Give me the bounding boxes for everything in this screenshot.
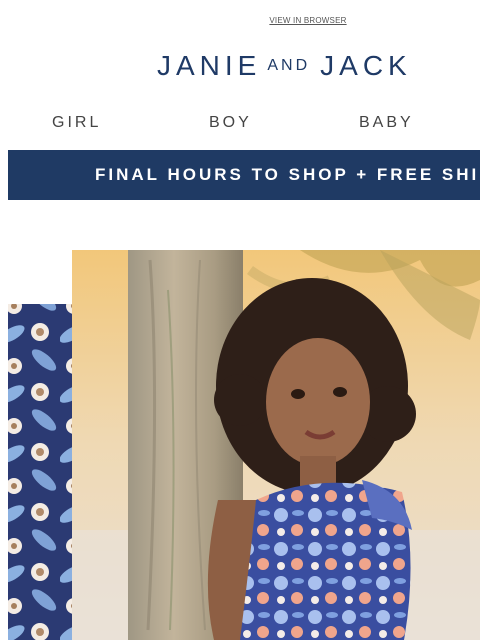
logo-word-and: AND <box>267 57 311 74</box>
logo-word-janie: JANIE <box>157 50 262 81</box>
view-in-browser-link[interactable]: VIEW IN BROWSER <box>0 16 480 25</box>
nav-boy-link[interactable]: BOY <box>209 114 252 132</box>
hero-illustration <box>8 250 480 640</box>
promo-banner[interactable]: FINAL HOURS TO SHOP + FREE SHIPP <box>8 150 480 200</box>
logo-word-jack: JACK <box>320 50 412 81</box>
nav-baby-link[interactable]: BABY <box>359 114 414 132</box>
hero-image[interactable] <box>0 200 480 640</box>
nav-girl-link[interactable]: GIRL <box>52 114 101 132</box>
brand-logo[interactable]: JANIE AND JACK <box>157 50 467 82</box>
promo-banner-text: FINAL HOURS TO SHOP + FREE SHIPP <box>95 165 480 184</box>
